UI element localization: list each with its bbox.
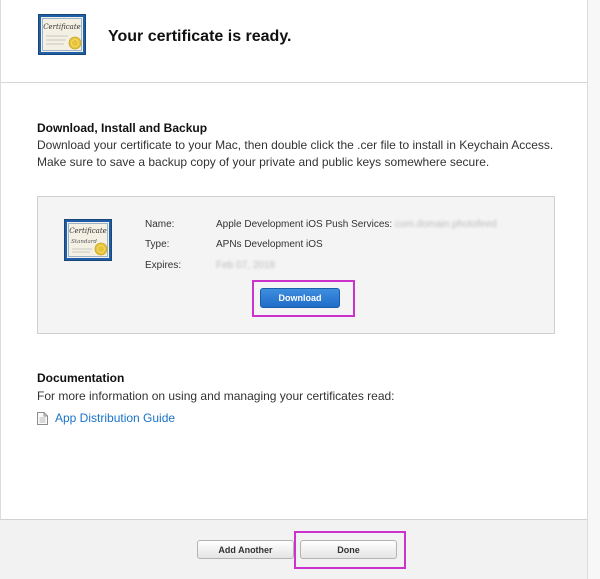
done-button[interactable]: Done <box>300 540 397 559</box>
certificate-icon: Certificate <box>38 14 86 55</box>
certificate-ready-page: Certificate Your certificate is ready. D… <box>0 0 600 579</box>
frame-left-border <box>0 0 1 579</box>
download-button[interactable]: Download <box>260 288 340 308</box>
name-label: Name: <box>145 219 175 230</box>
expires-label: Expires: <box>145 260 182 271</box>
certificate-icon: Certificate Standard <box>64 219 112 261</box>
svg-text:Standard: Standard <box>71 239 97 245</box>
svg-text:Certificate: Certificate <box>69 227 107 235</box>
svg-text:Certificate: Certificate <box>43 23 81 31</box>
app-distribution-guide-link[interactable]: App Distribution Guide <box>55 411 175 425</box>
footer-bar: Add Another Done <box>0 519 587 579</box>
download-section-heading: Download, Install and Backup <box>37 121 208 135</box>
page-gutter <box>588 0 600 579</box>
add-another-button[interactable]: Add Another <box>197 540 294 559</box>
download-section-description: Download your certificate to your Mac, t… <box>37 138 554 169</box>
documentation-heading: Documentation <box>37 371 125 385</box>
documentation-description: For more information on using and managi… <box>37 389 395 403</box>
type-label: Type: <box>145 239 170 250</box>
header: Certificate Your certificate is ready. <box>0 0 587 83</box>
document-icon <box>37 412 48 425</box>
header-divider <box>1 82 587 83</box>
name-value: Apple Development iOS Push Services: com… <box>216 219 497 230</box>
page-title: Your certificate is ready. <box>108 28 292 45</box>
expires-value-redacted: Feb 07, 2018 <box>216 260 275 271</box>
certificate-details-box: Certificate Standard Name: Apple Develop… <box>37 196 555 334</box>
name-value-text: Apple Development iOS Push Services: <box>216 219 393 230</box>
name-value-redacted: com.domain.photofeed <box>394 219 497 230</box>
type-value: APNs Development iOS <box>216 239 323 250</box>
